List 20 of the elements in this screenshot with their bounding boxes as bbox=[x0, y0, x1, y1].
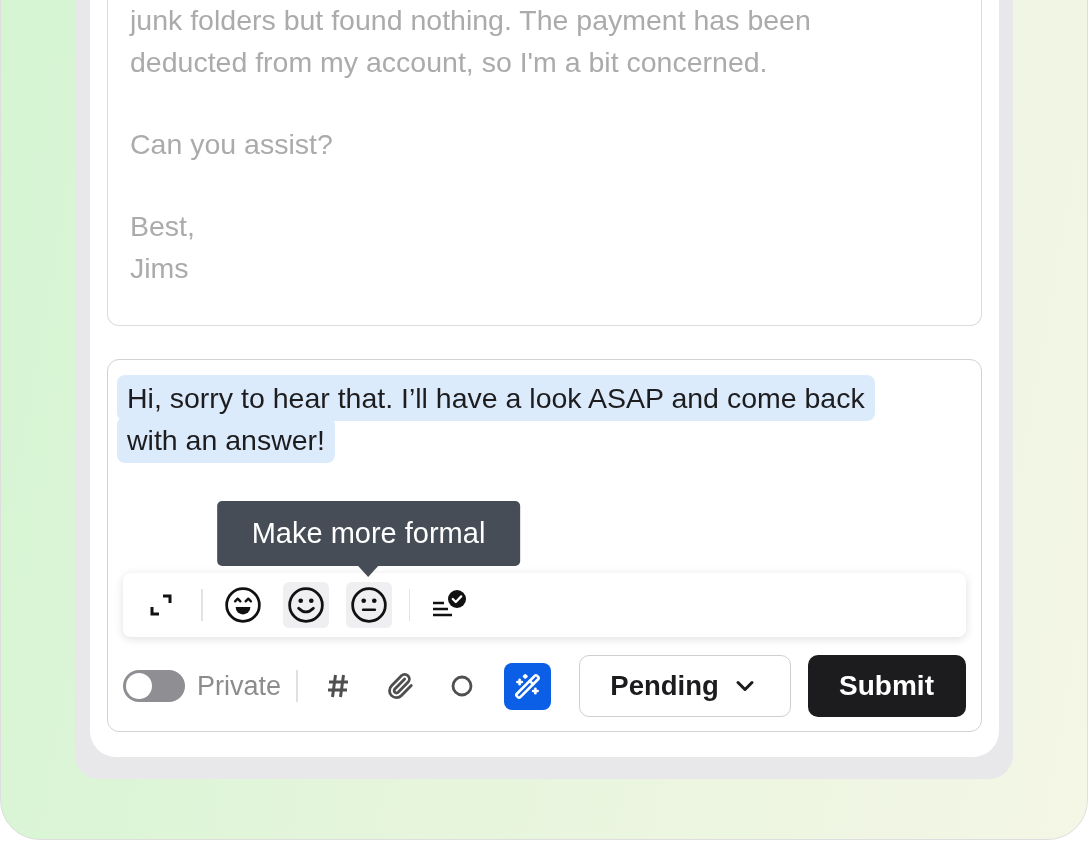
ring-icon bbox=[450, 675, 473, 697]
message-paragraph: Can you assist? bbox=[130, 127, 334, 162]
submit-button[interactable]: Submit bbox=[807, 655, 966, 717]
reply-field[interactable]: Hi, sorry to hear that. I’ll have a look ASAP and come back with an answer! Make more formal Private Pending Submit bbox=[107, 359, 982, 732]
private-toggle[interactable] bbox=[123, 670, 185, 702]
magic-wand-icon bbox=[513, 672, 541, 700]
hash-icon bbox=[326, 674, 349, 698]
magic-wand-button[interactable] bbox=[503, 662, 551, 710]
tone-button[interactable] bbox=[282, 582, 329, 628]
message-paragraph: junk folders but found nothing. The payment has been deducted from my account, so I'm a bit concerned. bbox=[130, 3, 812, 80]
expand-icon bbox=[149, 593, 173, 617]
toggle-label: Private bbox=[197, 670, 282, 702]
neutral-face-icon bbox=[349, 586, 388, 624]
message-paragraph: Best, Jims bbox=[130, 209, 196, 286]
tooltip: Make more formal bbox=[216, 501, 521, 577]
grinning-face-icon bbox=[223, 586, 262, 624]
status-dropdown[interactable]: Pending bbox=[578, 655, 791, 717]
smiling-face-icon bbox=[286, 586, 325, 624]
paperclip-icon bbox=[385, 672, 414, 700]
tone-button[interactable] bbox=[345, 582, 392, 628]
